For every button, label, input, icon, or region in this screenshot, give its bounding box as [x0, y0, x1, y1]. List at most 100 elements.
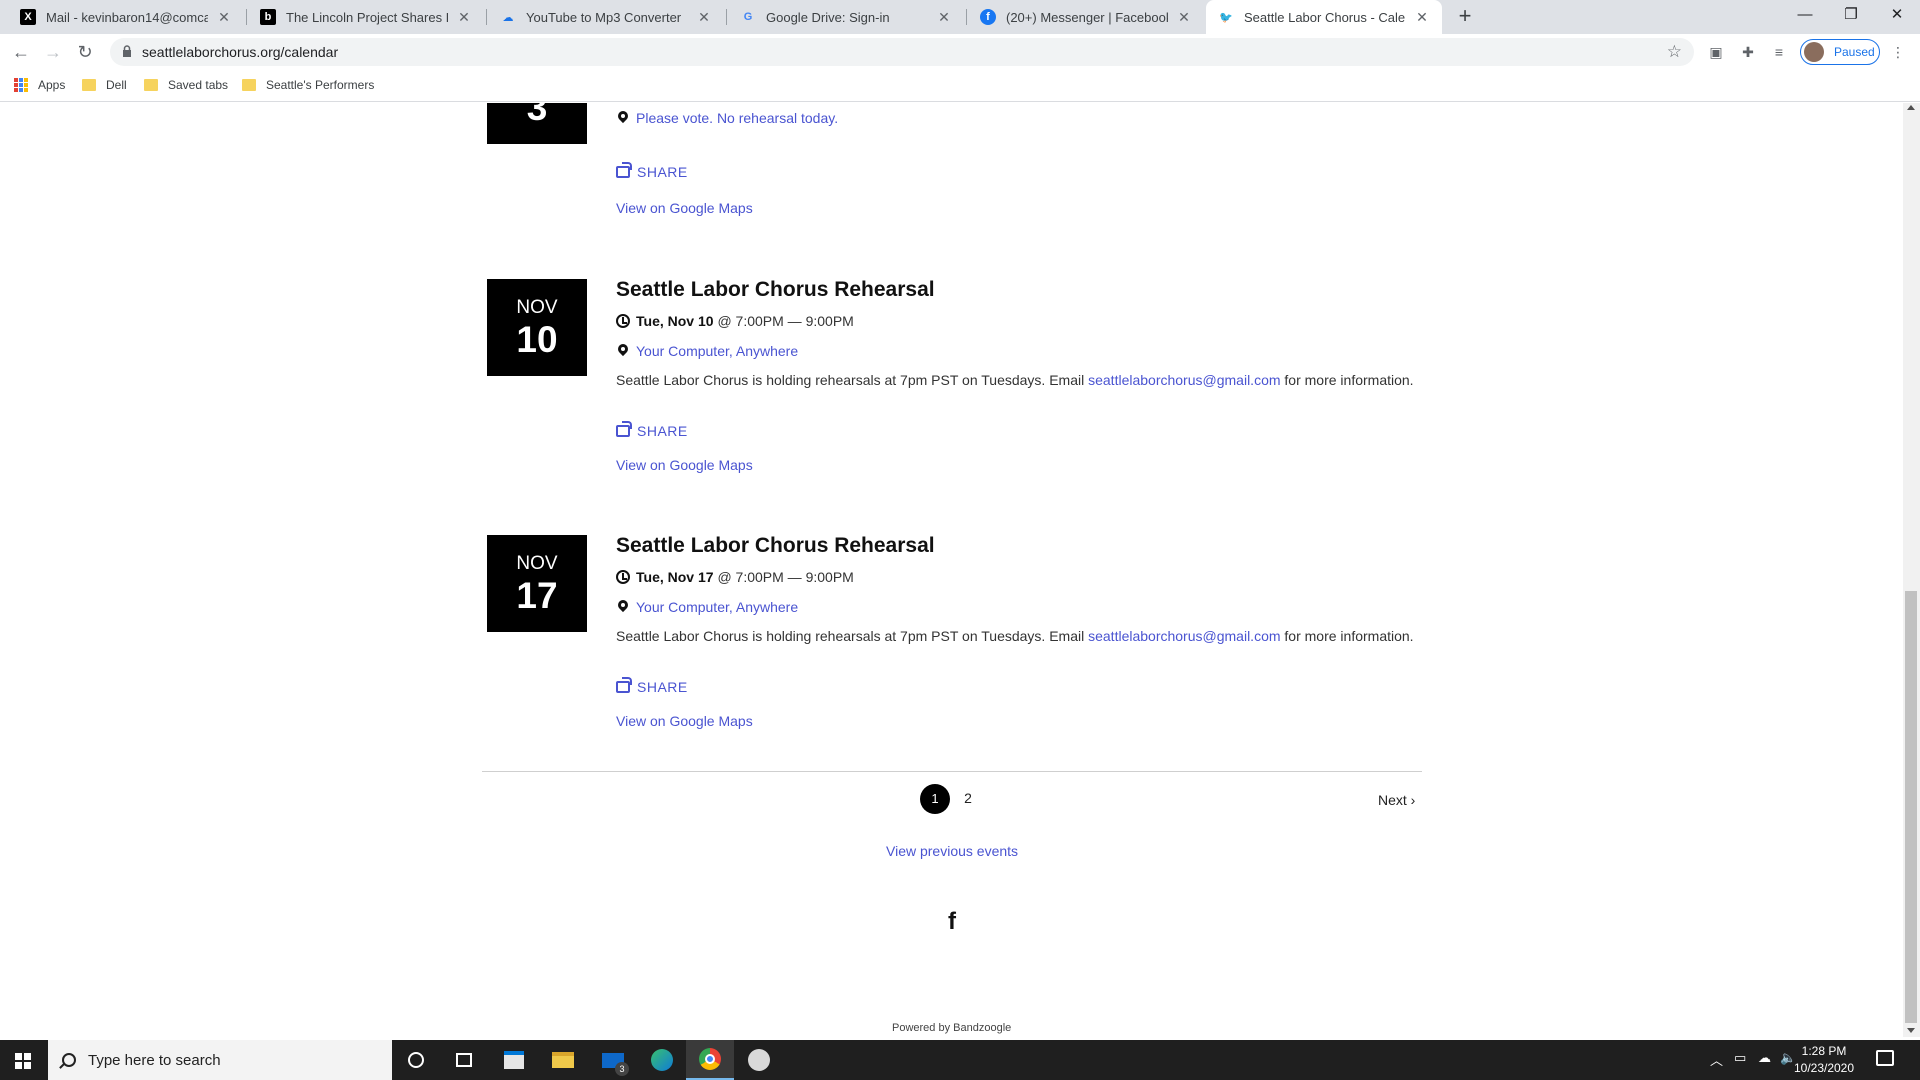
- onedrive-cloud-icon[interactable]: ☁: [1758, 1050, 1771, 1066]
- event-title[interactable]: Seattle Labor Chorus Rehearsal: [616, 534, 935, 558]
- event-time: @ 7:00PM — 9:00PM: [717, 569, 854, 585]
- page-current[interactable]: 1: [920, 784, 950, 814]
- tab-separator: [246, 9, 247, 25]
- tab-mail[interactable]: X Mail - kevinbaron14@comcast.ne ✕: [8, 0, 244, 34]
- tab-lincoln-project[interactable]: b The Lincoln Project Shares Power ✕: [248, 0, 484, 34]
- tab-title: (20+) Messenger | Facebook: [1006, 9, 1168, 25]
- scroll-down-arrow-icon[interactable]: [1907, 1028, 1915, 1033]
- cortana-button[interactable]: [392, 1040, 440, 1080]
- forward-icon[interactable]: →: [41, 40, 65, 64]
- tab-messenger[interactable]: f (20+) Messenger | Facebook ✕: [968, 0, 1204, 34]
- restore-icon[interactable]: ❐: [1828, 0, 1874, 30]
- clock-icon: [616, 570, 630, 584]
- new-tab-button[interactable]: +: [1452, 4, 1478, 30]
- scrollbar-thumb[interactable]: [1905, 591, 1917, 1023]
- close-tab-icon[interactable]: ✕: [936, 9, 952, 25]
- vertical-scrollbar[interactable]: [1903, 103, 1920, 1037]
- tab-title: The Lincoln Project Shares Power: [286, 9, 448, 25]
- file-explorer-button[interactable]: [539, 1040, 587, 1080]
- share-label: SHARE: [637, 423, 688, 439]
- map-pin-icon: [616, 600, 630, 614]
- back-icon[interactable]: ←: [9, 40, 33, 64]
- edge-button[interactable]: [638, 1040, 686, 1080]
- page-link[interactable]: 2: [958, 790, 978, 806]
- start-button[interactable]: [0, 1040, 48, 1080]
- apps-grid-icon: [14, 78, 28, 92]
- media-queue-icon[interactable]: ≡: [1769, 42, 1789, 62]
- close-tab-icon[interactable]: ✕: [1176, 9, 1192, 25]
- bookmark-seattles-performers[interactable]: Seattle's Performers: [242, 78, 374, 92]
- task-view-button[interactable]: [440, 1040, 488, 1080]
- location-link[interactable]: Your Computer, Anywhere: [636, 599, 798, 615]
- share-icon: [616, 677, 632, 693]
- google-maps-link[interactable]: View on Google Maps: [616, 457, 753, 473]
- clock-icon: [616, 314, 630, 328]
- google-maps-link[interactable]: View on Google Maps: [616, 713, 753, 729]
- clock-date: 10/23/2020: [1793, 1061, 1855, 1075]
- notification-center-icon[interactable]: [1876, 1050, 1894, 1066]
- bookmark-saved-tabs[interactable]: Saved tabs: [144, 78, 228, 92]
- mail-favicon-icon: X: [20, 9, 36, 25]
- edge-icon: [651, 1049, 673, 1071]
- description-text: Seattle Labor Chorus is holding rehearsa…: [616, 372, 1089, 388]
- bookmarks-bar: Apps Dell Saved tabs Seattle's Performer…: [0, 70, 1920, 102]
- event-datetime: Tue, Nov 17 @ 7:00PM — 9:00PM: [616, 569, 854, 585]
- bookmark-dell[interactable]: Dell: [82, 78, 127, 92]
- google-favicon-icon: G: [743, 11, 753, 23]
- location-link[interactable]: Your Computer, Anywhere: [636, 343, 798, 359]
- tab-youtube-mp3[interactable]: ☁ YouTube to Mp3 Converter ✕: [488, 0, 724, 34]
- mail-app-button[interactable]: 3: [589, 1040, 637, 1080]
- reload-icon[interactable]: ↻: [73, 40, 97, 64]
- share-button[interactable]: SHARE: [616, 421, 688, 439]
- close-window-icon[interactable]: ✕: [1874, 0, 1920, 30]
- search-icon: [62, 1053, 76, 1067]
- event-month: NOV: [516, 553, 558, 574]
- address-bar[interactable]: seattlelaborchorus.org/calendar ☆: [110, 38, 1694, 66]
- bookmark-star-icon[interactable]: ☆: [1667, 42, 1682, 62]
- close-tab-icon[interactable]: ✕: [696, 9, 712, 25]
- chrome-menu-icon[interactable]: ⋮: [1888, 42, 1908, 62]
- extensions-puzzle-icon[interactable]: ✚: [1738, 42, 1758, 62]
- store-button[interactable]: [490, 1040, 538, 1080]
- folder-icon: [242, 79, 256, 91]
- lock-icon: [123, 45, 131, 57]
- event-description: Seattle Labor Chorus is holding rehearsa…: [616, 372, 1414, 388]
- tab-google-drive[interactable]: G Google Drive: Sign-in ✕: [728, 0, 964, 34]
- show-hidden-icons-icon[interactable]: ︿: [1710, 1050, 1723, 1069]
- network-icon[interactable]: ▭: [1734, 1050, 1746, 1066]
- lincoln-favicon-icon: b: [260, 9, 276, 25]
- app-bird-button[interactable]: [735, 1040, 783, 1080]
- share-button[interactable]: SHARE: [616, 162, 688, 180]
- facebook-favicon-icon: f: [980, 9, 996, 25]
- facebook-extension-icon[interactable]: ▣: [1706, 42, 1726, 62]
- scroll-up-arrow-icon[interactable]: [1907, 105, 1915, 110]
- event-datetime: Tue, Nov 10 @ 7:00PM — 9:00PM: [616, 313, 854, 329]
- location-link[interactable]: Please vote. No rehearsal today.: [636, 110, 838, 126]
- close-tab-icon[interactable]: ✕: [456, 9, 472, 25]
- powered-by-text[interactable]: Powered by Bandzoogle: [892, 1022, 1011, 1034]
- event-title[interactable]: Seattle Labor Chorus Rehearsal: [616, 278, 935, 302]
- tab-separator: [486, 9, 487, 25]
- event-date-box: 3: [487, 103, 587, 144]
- taskbar-search[interactable]: Type here to search: [48, 1040, 392, 1080]
- facebook-icon[interactable]: f: [945, 910, 959, 934]
- share-button[interactable]: SHARE: [616, 677, 688, 695]
- tab-title: Mail - kevinbaron14@comcast.ne: [46, 9, 208, 25]
- chrome-button[interactable]: [686, 1040, 734, 1080]
- next-page-link[interactable]: Next ›: [1378, 792, 1415, 808]
- system-clock[interactable]: 1:28 PM 10/23/2020: [1792, 1043, 1856, 1077]
- google-maps-link[interactable]: View on Google Maps: [616, 200, 753, 216]
- close-tab-icon[interactable]: ✕: [1414, 9, 1430, 25]
- email-link[interactable]: seattlelaborchorus@gmail.com: [1088, 372, 1280, 388]
- profile-button[interactable]: Paused: [1800, 39, 1880, 65]
- event-date-box: NOV 10: [487, 279, 587, 376]
- store-icon: [504, 1051, 524, 1069]
- view-previous-events-link[interactable]: View previous events: [886, 843, 1018, 859]
- description-text: Seattle Labor Chorus is holding rehearsa…: [616, 628, 1089, 644]
- tab-seattle-labor-chorus[interactable]: 🐦 Seattle Labor Chorus - Calendar ✕: [1206, 0, 1442, 34]
- close-tab-icon[interactable]: ✕: [216, 9, 232, 25]
- minimize-icon[interactable]: —: [1782, 0, 1828, 30]
- tab-title: Seattle Labor Chorus - Calendar: [1244, 9, 1406, 25]
- email-link[interactable]: seattlelaborchorus@gmail.com: [1088, 628, 1280, 644]
- bookmark-apps[interactable]: Apps: [14, 78, 65, 92]
